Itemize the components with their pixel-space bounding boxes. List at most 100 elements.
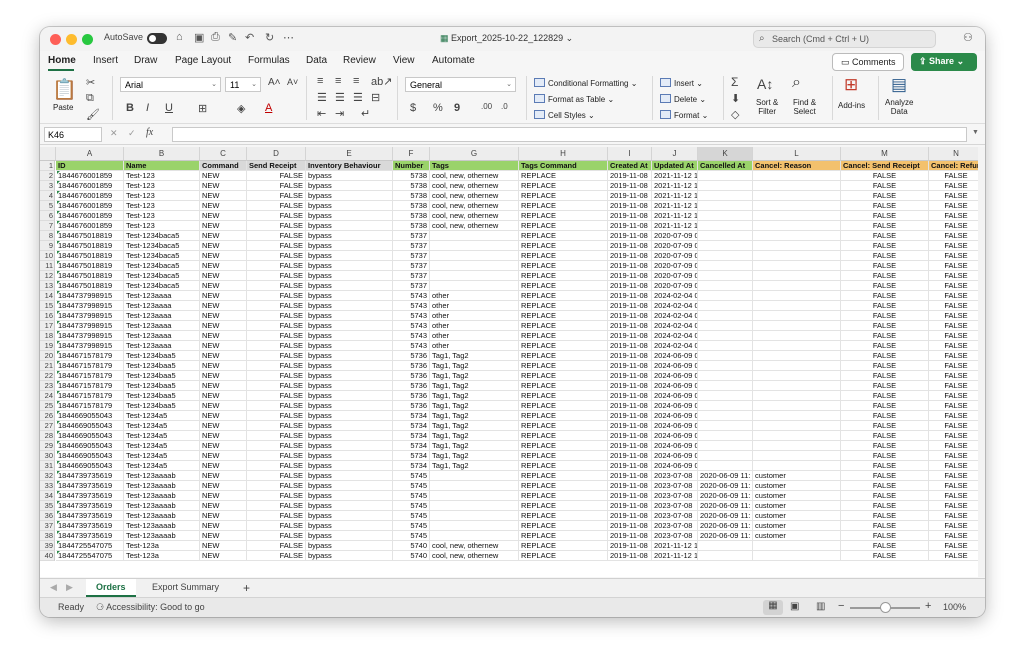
table-cell[interactable]: Test-1234baa5 [124,371,200,381]
table-cell[interactable]: 2021-11-12 13:52:56 +0200 [652,181,698,191]
table-cell[interactable]: 5738 [393,221,430,231]
close-window-button[interactable] [50,34,61,45]
table-cell[interactable]: 2020-06-09 11: [698,521,753,531]
table-cell[interactable]: Test-123aaaab [124,511,200,521]
table-cell[interactable]: FALSE [247,401,306,411]
table-cell[interactable] [698,401,753,411]
table-cell[interactable]: Test-123 [124,211,200,221]
name-box[interactable]: K46 [44,127,102,142]
table-cell[interactable]: REPLACE [519,491,608,501]
borders-icon[interactable]: ⊞ [198,102,207,115]
table-cell[interactable] [698,261,753,271]
table-cell[interactable] [430,471,519,481]
table-cell[interactable]: 1844737998915 [56,301,124,311]
table-cell[interactable]: FALSE [247,421,306,431]
table-cell[interactable]: FALSE [247,231,306,241]
row-header[interactable]: 2 [40,171,55,181]
table-cell[interactable]: FALSE [247,481,306,491]
align-left-icon[interactable]: ☰ [317,91,327,104]
row-header[interactable]: 30 [40,451,55,461]
table-cell[interactable]: NEW [200,491,247,501]
table-cell[interactable]: 1844739735619 [56,471,124,481]
table-cell[interactable]: FALSE [247,411,306,421]
row-header[interactable]: 31 [40,461,55,471]
table-cell[interactable]: FALSE [929,201,984,211]
header-cell[interactable]: Command [200,161,247,171]
table-cell[interactable]: Test-123aaaa [124,291,200,301]
table-cell[interactable]: other [430,291,519,301]
table-cell[interactable]: 2019-11-08 [608,521,652,531]
table-cell[interactable] [753,171,841,181]
table-cell[interactable]: other [430,301,519,311]
table-cell[interactable]: FALSE [929,531,984,541]
table-cell[interactable]: 5736 [393,391,430,401]
table-cell[interactable]: REPLACE [519,191,608,201]
table-cell[interactable]: 5743 [393,331,430,341]
table-cell[interactable] [753,321,841,331]
table-cell[interactable]: FALSE [247,201,306,211]
table-cell[interactable]: customer [753,481,841,491]
table-cell[interactable]: REPLACE [519,171,608,181]
formula-input[interactable] [172,127,967,142]
table-cell[interactable]: 5737 [393,261,430,271]
table-cell[interactable]: bypass [306,361,393,371]
table-cell[interactable]: bypass [306,371,393,381]
table-cell[interactable] [698,201,753,211]
table-cell[interactable]: NEW [200,221,247,231]
table-cell[interactable]: FALSE [841,371,929,381]
vertical-scrollbar[interactable] [978,147,985,577]
table-cell[interactable]: Tag1, Tag2 [430,421,519,431]
table-cell[interactable] [430,231,519,241]
table-cell[interactable] [753,201,841,211]
table-cell[interactable]: NEW [200,281,247,291]
table-cell[interactable]: FALSE [929,301,984,311]
table-cell[interactable]: NEW [200,361,247,371]
decrease-font-icon[interactable]: A˅ [287,77,298,87]
table-cell[interactable]: NEW [200,311,247,321]
table-cell[interactable]: bypass [306,551,393,561]
table-cell[interactable]: cool, new, othernew [430,201,519,211]
table-cell[interactable]: 1844676001859 [56,171,124,181]
table-cell[interactable]: 1844669055043 [56,411,124,421]
table-cell[interactable]: REPLACE [519,251,608,261]
table-cell[interactable]: REPLACE [519,301,608,311]
table-cell[interactable]: 2023-07-08 [652,471,698,481]
table-cell[interactable]: FALSE [929,431,984,441]
table-cell[interactable]: 2019-11-08 [608,461,652,471]
table-cell[interactable]: FALSE [841,201,929,211]
table-cell[interactable]: 1844671578179 [56,351,124,361]
table-cell[interactable]: 1844739735619 [56,501,124,511]
table-cell[interactable]: bypass [306,521,393,531]
table-cell[interactable]: Test-123 [124,171,200,181]
table-cell[interactable]: 2021-11-12 13:52:56 +0200 [652,221,698,231]
table-cell[interactable]: FALSE [841,491,929,501]
table-cell[interactable]: REPLACE [519,321,608,331]
row-header[interactable]: 29 [40,441,55,451]
share-button[interactable]: ⇪ Share ⌄ [911,53,977,71]
table-cell[interactable]: 1844669055043 [56,441,124,451]
table-cell[interactable] [698,381,753,391]
table-cell[interactable]: REPLACE [519,381,608,391]
table-cell[interactable]: Test-1234baa5 [124,361,200,371]
header-cell[interactable]: Cancelled At [698,161,753,171]
table-cell[interactable]: FALSE [841,281,929,291]
save-icon[interactable]: ▣ [194,31,204,44]
number-format-select[interactable]: General ⌄ [405,77,516,92]
tab-home[interactable]: Home [48,55,76,66]
table-cell[interactable]: FALSE [841,441,929,451]
row-header[interactable]: 7 [40,221,55,231]
table-cell[interactable]: 5738 [393,171,430,181]
table-cell[interactable]: 2024-06-09 04:40:33 +0300 [652,451,698,461]
table-cell[interactable]: REPLACE [519,331,608,341]
table-cell[interactable]: Test-1234baca5 [124,281,200,291]
row-header[interactable]: 21 [40,361,55,371]
header-cell[interactable]: Cancel: Reason [753,161,841,171]
table-cell[interactable]: Tag1, Tag2 [430,381,519,391]
table-cell[interactable]: 2024-06-09 04:40:33 +0300 [652,371,698,381]
table-cell[interactable]: FALSE [247,171,306,181]
table-cell[interactable]: Test-1234a5 [124,461,200,471]
table-cell[interactable]: NEW [200,461,247,471]
table-cell[interactable]: 5745 [393,511,430,521]
table-cell[interactable]: customer [753,531,841,541]
table-cell[interactable]: FALSE [841,221,929,231]
